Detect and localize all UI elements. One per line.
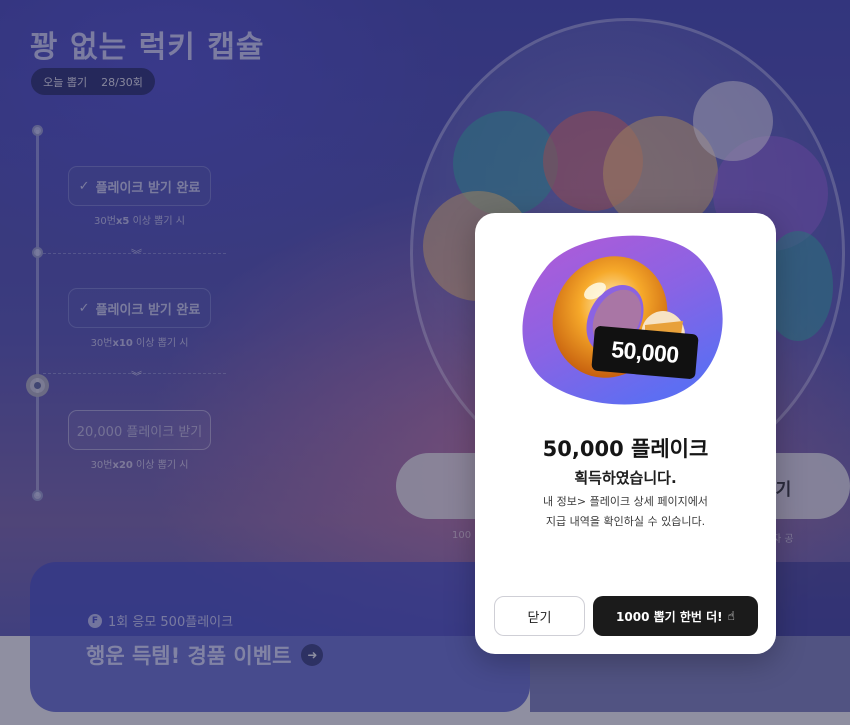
modal-description-line2: 지급 내역을 확인하실 수 있습니다.: [545, 515, 706, 528]
close-button[interactable]: 닫기: [494, 596, 585, 636]
pointing-hand-icon: ☝: [727, 609, 735, 623]
prize-illustration: [522, 235, 723, 405]
modal-subtitle: 획득하였습니다.: [574, 469, 677, 487]
amount-badge: 50,000: [591, 325, 699, 380]
modal-description-line1: 내 정보> 플레이크 상세 페이지에서: [543, 495, 708, 508]
draw-again-label: 1000 뽑기 한번 더!: [616, 609, 723, 624]
draw-again-button[interactable]: 1000 뽑기 한번 더! ☝: [593, 596, 758, 636]
modal-title: 50,000 플레이크: [542, 437, 709, 461]
reward-modal: 50,000 50,000 플레이크 획득하였습니다. 내 정보> 플레이크 상…: [475, 213, 776, 654]
